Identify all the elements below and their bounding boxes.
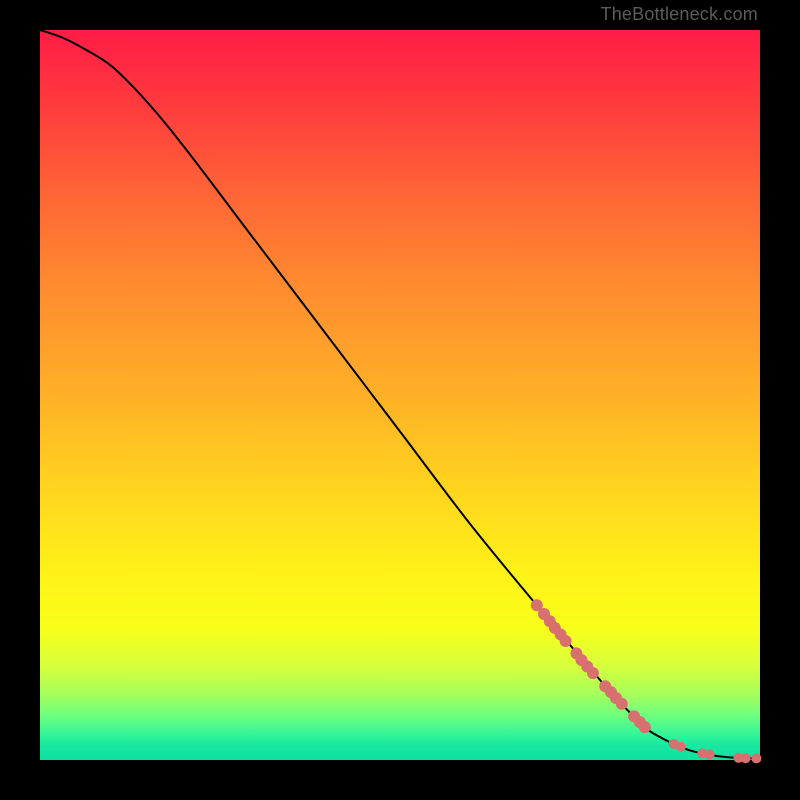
curve-line: [40, 30, 760, 759]
plot-area: [40, 30, 760, 760]
curve-marker: [587, 667, 599, 679]
curve-markers: [531, 599, 762, 763]
curve-marker: [616, 698, 628, 710]
curve-marker: [639, 721, 651, 733]
curve-marker: [751, 753, 761, 763]
curve-marker: [705, 750, 715, 760]
curve-marker: [741, 753, 751, 763]
curve-marker: [560, 635, 572, 647]
curve-marker: [676, 742, 686, 752]
chart-frame: TheBottleneck.com: [0, 0, 800, 800]
chart-svg: [40, 30, 760, 760]
watermark-label: TheBottleneck.com: [601, 4, 758, 25]
